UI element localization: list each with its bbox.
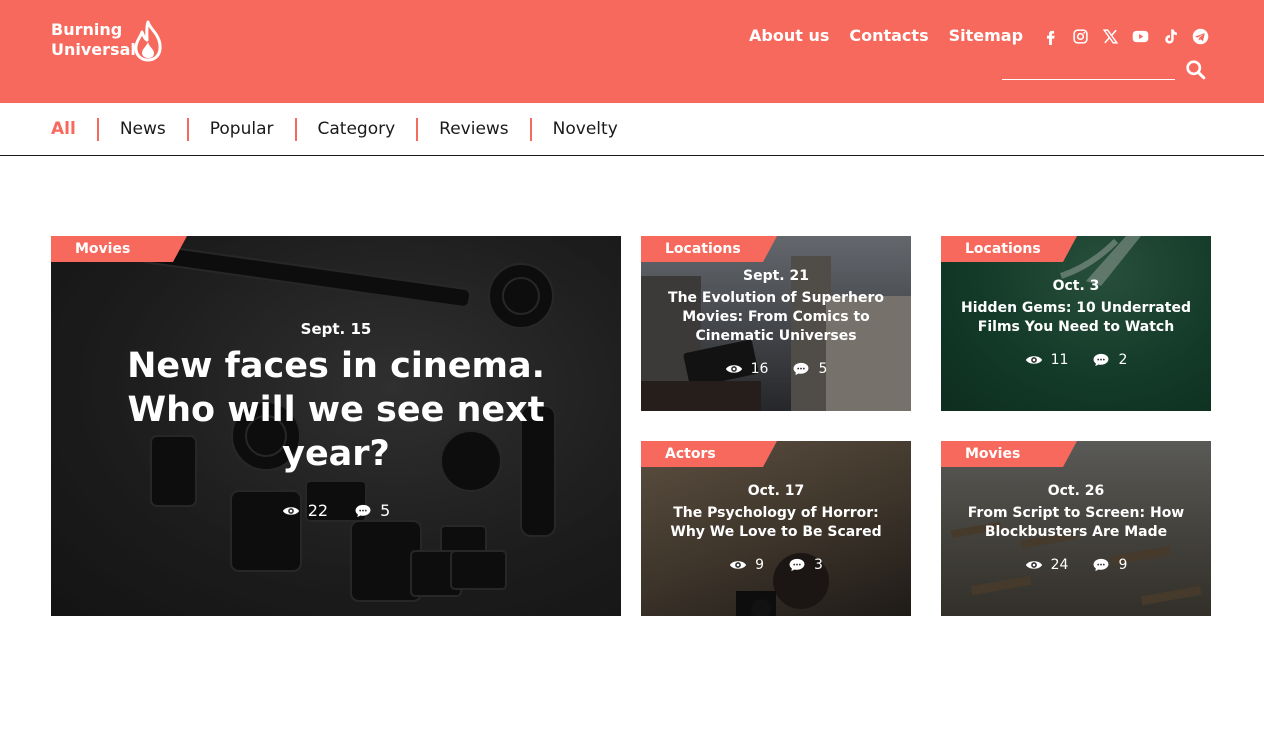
comments-count: 5 (380, 501, 391, 520)
top-nav: About us Contacts Sitemap (749, 26, 1023, 46)
comments-count: 9 (1118, 557, 1128, 573)
article-date: Oct. 3 (1052, 278, 1100, 294)
article-stats: 22 5 (51, 502, 621, 520)
category-news[interactable]: News (120, 117, 166, 141)
article-date: Sept. 21 (743, 268, 809, 284)
views-stat: 9 (729, 556, 764, 574)
card-content: Oct. 17 The Psychology of Horror: Why We… (641, 482, 911, 574)
nav-contacts[interactable]: Contacts (849, 26, 928, 46)
category-bar: All News Popular Category Reviews Novelt… (0, 103, 1264, 156)
comments-stat: 3 (788, 556, 823, 574)
article-stats: 16 5 (641, 360, 911, 378)
comments-count: 5 (818, 361, 828, 377)
comments-stat: 9 (1092, 556, 1127, 574)
article-title[interactable]: From Script to Screen: How Blockbusters … (941, 504, 1211, 542)
search-icon[interactable] (1185, 59, 1206, 80)
eye-icon (1025, 356, 1042, 364)
views-count: 24 (1050, 557, 1069, 573)
comments-stat: 5 (792, 360, 827, 378)
article-title[interactable]: New faces in cinema. Who will we see nex… (51, 344, 621, 476)
comment-icon (1093, 558, 1109, 572)
article-date: Sept. 15 (300, 320, 372, 338)
x-icon[interactable] (1101, 27, 1120, 46)
category-novelty[interactable]: Novelty (553, 117, 618, 141)
card-content: Oct. 26 From Script to Screen: How Block… (941, 482, 1211, 574)
category-tag[interactable]: Locations (641, 236, 777, 262)
telegram-icon[interactable] (1191, 27, 1210, 46)
search-underline (1002, 79, 1175, 80)
views-count: 11 (1050, 352, 1069, 368)
category-separator (529, 117, 532, 141)
category-separator (186, 117, 189, 141)
category-separator (416, 117, 419, 141)
tiktok-icon[interactable] (1161, 27, 1180, 46)
featured-article-card[interactable]: Movies Sept. 15 New faces in cinema. Who… (51, 236, 621, 616)
category-separator (96, 117, 99, 141)
search-input[interactable] (1002, 60, 1175, 79)
eye-icon (1025, 561, 1042, 569)
article-date: Oct. 26 (1047, 483, 1105, 499)
article-card[interactable]: Locations Sept. 21 The Evolution of Supe… (641, 236, 911, 411)
article-title[interactable]: The Evolution of Superhero Movies: From … (641, 289, 911, 346)
comments-count: 3 (814, 557, 823, 573)
views-count: 9 (755, 557, 764, 573)
eye-icon (282, 507, 299, 515)
nav-sitemap[interactable]: Sitemap (949, 26, 1023, 46)
comments-stat: 2 (1092, 351, 1127, 369)
card-content: Oct. 3 Hidden Gems: 10 Underrated Films … (941, 277, 1211, 369)
article-card[interactable]: Movies Oct. 26 From Script to Screen: Ho… (941, 441, 1211, 616)
article-stats: 11 2 (941, 351, 1211, 369)
comments-count: 2 (1118, 352, 1128, 368)
comment-icon (1093, 353, 1109, 367)
logo[interactable]: Burning Universal (51, 20, 162, 62)
social-links (1041, 27, 1210, 46)
site-header: Burning Universal About us Contacts Site… (0, 0, 1264, 103)
youtube-icon[interactable] (1131, 27, 1150, 46)
comment-icon (355, 504, 371, 518)
comments-stat: 5 (354, 502, 390, 520)
views-count: 16 (750, 361, 769, 377)
flame-icon (134, 20, 162, 62)
article-title[interactable]: Hidden Gems: 10 Underrated Films You Nee… (941, 299, 1211, 337)
article-stats: 24 9 (941, 556, 1211, 574)
category-tag[interactable]: Actors (641, 441, 777, 467)
nav-about-us[interactable]: About us (749, 26, 829, 46)
article-date: Oct. 17 (747, 483, 805, 499)
category-all[interactable]: All (51, 117, 76, 141)
category-tag[interactable]: Locations (941, 236, 1077, 262)
brand-line-2: Universal (51, 40, 136, 59)
category-popular[interactable]: Popular (210, 117, 274, 141)
views-stat: 22 (282, 502, 328, 520)
brand-line-1: Burning (51, 20, 123, 39)
eye-icon (725, 365, 742, 373)
category-list: All News Popular Category Reviews Novelt… (51, 117, 618, 141)
card-content: Sept. 15 New faces in cinema. Who will w… (51, 320, 621, 520)
views-stat: 24 (1025, 556, 1069, 574)
category-category[interactable]: Category (318, 117, 396, 141)
views-stat: 16 (725, 360, 769, 378)
views-stat: 11 (1025, 351, 1069, 369)
card-content: Sept. 21 The Evolution of Superhero Movi… (641, 267, 911, 378)
article-card[interactable]: Locations Oct. 3 Hidden Gems: 10 Underra… (941, 236, 1211, 411)
category-tag[interactable]: Movies (51, 236, 187, 262)
comment-icon (793, 362, 809, 376)
comment-icon (789, 558, 805, 572)
views-count: 22 (307, 501, 329, 520)
brand-name: Burning Universal (51, 20, 136, 60)
facebook-icon[interactable] (1041, 27, 1060, 46)
category-reviews[interactable]: Reviews (439, 117, 509, 141)
instagram-icon[interactable] (1071, 27, 1090, 46)
eye-icon (729, 561, 747, 569)
article-card[interactable]: Actors Oct. 17 The Psychology of Horror:… (641, 441, 911, 616)
category-separator (294, 117, 297, 141)
article-stats: 9 3 (641, 556, 911, 574)
category-tag[interactable]: Movies (941, 441, 1077, 467)
article-title[interactable]: The Psychology of Horror: Why We Love to… (641, 504, 911, 542)
